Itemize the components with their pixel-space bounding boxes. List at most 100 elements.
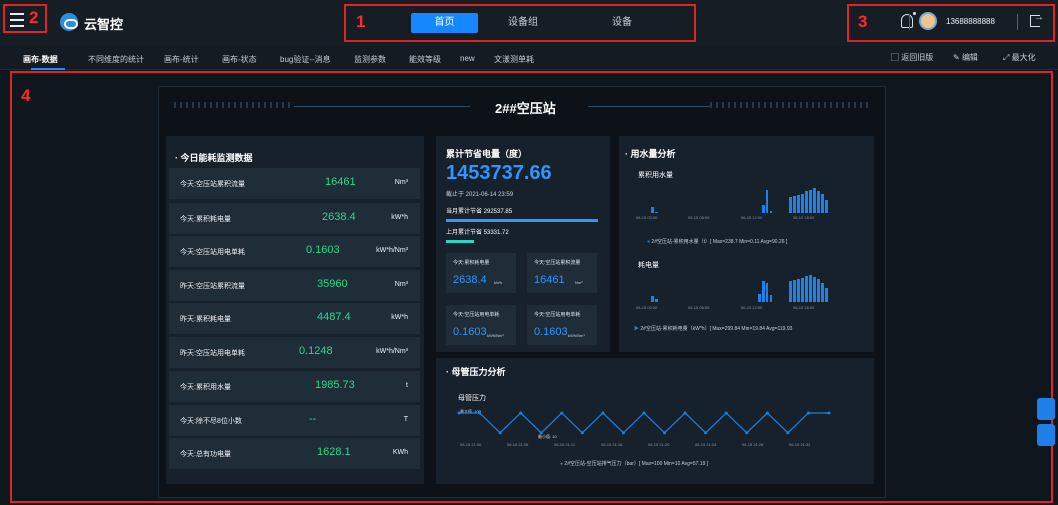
user-phone[interactable]: 13688888888 <box>946 17 995 26</box>
card-title: 今天:空压站用电单耗 <box>534 312 581 318</box>
back-old-version-button[interactable]: ▢ 返回旧版 <box>891 52 933 63</box>
card-value: 16461 <box>534 274 565 286</box>
tab-canvas-status[interactable]: 画布-状态 <box>222 54 257 65</box>
row-unit: Nm³ <box>394 179 408 186</box>
row-label: 昨天:空压站用电单耗 <box>180 350 245 357</box>
chart-bar <box>821 193 824 213</box>
logout-icon[interactable] <box>1030 12 1044 27</box>
pressure-point <box>663 431 667 435</box>
row-unit: kW*h/Nm³ <box>376 247 408 254</box>
stat-card: 今天:累积耗电量 2638.4 kWh <box>446 253 516 293</box>
row-label: 今天:总有功电量 <box>180 451 231 458</box>
row-label: 今天:空压站用电单耗 <box>180 249 245 256</box>
header-decoration <box>174 102 294 108</box>
row-value: -- <box>309 413 317 425</box>
card-unit: kWh/Nm³ <box>568 333 585 338</box>
card-value: 0.1603 <box>453 326 487 338</box>
pressure-point <box>765 411 769 415</box>
pressure-point <box>704 431 708 435</box>
list-item: 今天:总有功电量 1628.1 KWh <box>169 438 420 469</box>
month-saving-bar <box>446 219 598 222</box>
x-tick: 06-15 21:24 <box>695 442 717 447</box>
chart-bar <box>761 205 765 213</box>
annotation-number-2: 2 <box>29 8 39 27</box>
card-title: 今天:空压站用电单耗 <box>453 312 500 318</box>
chart-bar <box>797 278 801 302</box>
active-tab-indicator <box>31 68 65 70</box>
header-decoration <box>710 102 870 108</box>
maximize-button[interactable]: ⤢ 最大化 <box>1003 52 1036 63</box>
bell-icon[interactable] <box>901 12 916 28</box>
pressure-point <box>724 411 728 415</box>
chart-bar <box>801 277 805 302</box>
x-tick: 06-15 00:00 <box>636 305 658 310</box>
card-unit: kWh <box>494 280 502 285</box>
card-title: 今天:累积耗电量 <box>453 260 490 266</box>
row-unit: kW*h/Nm³ <box>376 348 408 355</box>
chart-bar <box>651 296 654 302</box>
chart-bar <box>825 200 828 213</box>
row-label: 今天:空压站累积流量 <box>180 181 245 188</box>
avatar[interactable] <box>919 12 937 30</box>
water-subtitle: 累积用水量 <box>638 172 673 179</box>
pressure-title: · 母管压力分析 <box>446 367 506 377</box>
chart-bar <box>789 281 793 302</box>
tab-bug-message[interactable]: bug验证--消息 <box>280 54 331 65</box>
card-unit: kWh/Nm³ <box>487 333 504 338</box>
water-title-text: 用水量分析 <box>630 149 676 159</box>
stat-card: 今天:空压站用电单耗 0.1603 kWh/Nm³ <box>446 305 516 345</box>
edit-label: 编辑 <box>961 53 978 62</box>
row-value: 0.1248 <box>299 345 333 357</box>
edit-button[interactable]: ✎ 编辑 <box>953 52 978 63</box>
card-title: 今天:空压站累积流量 <box>534 260 581 266</box>
chart-bar <box>805 191 809 213</box>
water-title: · 用水量分析 <box>625 149 676 159</box>
x-tick: 06-15 18:00 <box>793 215 815 220</box>
chart-bar <box>757 293 761 302</box>
pressure-legend-text: 2#空压站-空压站排气压力（bar）[ Max=100 Min=10 Avg=5… <box>564 461 709 467</box>
message-icon[interactable] <box>1037 398 1055 420</box>
pressure-point <box>457 411 461 415</box>
header-line <box>294 106 470 107</box>
tab-monitor-params[interactable]: 监测参数 <box>354 54 386 65</box>
chart-bar <box>817 191 820 213</box>
tab-unit-consumption[interactable]: 文漾测单耗 <box>494 54 534 65</box>
row-unit: KWh <box>392 449 408 456</box>
list-item: 今天:累积耗电量 2638.4 kW*h <box>169 203 420 234</box>
cloud-logo-icon <box>60 13 78 31</box>
chart-bar <box>813 276 816 302</box>
today-energy-title: · 今日能耗监测数据 <box>175 153 253 163</box>
tab-dimension-stats[interactable]: 不同维度的统计 <box>88 54 144 65</box>
chart-bar <box>789 196 793 213</box>
x-tick: 06-15 00:00 <box>636 215 658 220</box>
chart-bar <box>761 280 765 302</box>
stat-card: 今天:空压站累积流量 16461 Nm³ <box>527 253 597 293</box>
chart-bar <box>809 274 812 302</box>
tab-new[interactable]: new <box>460 54 475 63</box>
pressure-chart <box>457 411 831 435</box>
list-item: 今天:除不尽8位小数 -- T <box>169 405 420 436</box>
x-tick: 06-15 21:28 <box>742 442 764 447</box>
tab-canvas-stats[interactable]: 画布-统计 <box>164 54 199 65</box>
x-tick: 06-15 21:20 <box>648 442 670 447</box>
x-tick: 06-15 21:00 <box>460 442 482 447</box>
canvas-tab-bar: 画布-数据 不同维度的统计 画布-统计 画布-状态 bug验证--消息 监测参数… <box>0 46 1058 70</box>
tab-efficiency-level[interactable]: 能效等级 <box>409 54 441 65</box>
pressure-point <box>498 431 502 435</box>
list-item: 昨天:空压站用电单耗 0.1248 kW*h/Nm³ <box>169 337 420 368</box>
tab-device-group[interactable]: 设备组 <box>490 13 556 33</box>
chart-bar <box>793 195 797 213</box>
row-unit: kW*h <box>391 214 408 221</box>
chart-bar <box>817 278 820 302</box>
chart-bar <box>651 206 654 213</box>
tab-canvas-data[interactable]: 画布-数据 <box>23 54 58 65</box>
chart-bar <box>654 211 658 213</box>
row-label: 昨天:累积耗电量 <box>180 316 231 323</box>
tab-device[interactable]: 设备 <box>589 13 655 33</box>
row-label: 今天:除不尽8位小数 <box>180 418 242 425</box>
phone-icon[interactable] <box>1037 424 1055 446</box>
annotation-number-4: 4 <box>21 86 31 105</box>
row-unit: t <box>406 382 408 389</box>
row-value: 1628.1 <box>317 446 351 458</box>
tab-home[interactable]: 首页 <box>411 13 478 33</box>
